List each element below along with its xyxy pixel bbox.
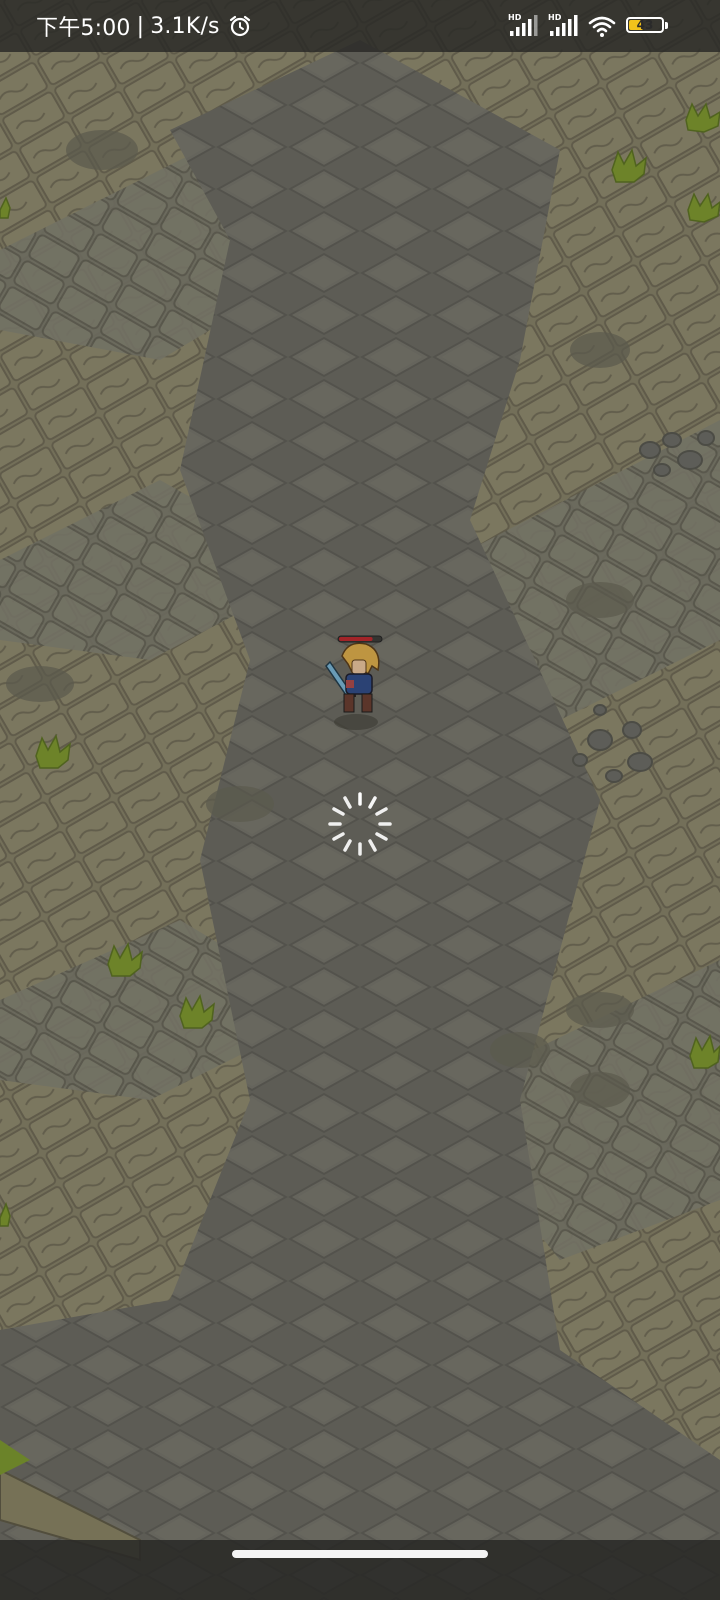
status-bar: 下午5:00 | 3.1K/s HD HD 43 (0, 0, 720, 52)
cellular-signal-2: HD (548, 13, 578, 38)
battery-level: 43 (636, 18, 654, 32)
navigation-bar (0, 1540, 720, 1600)
home-gesture-bar[interactable] (232, 1550, 488, 1558)
signal-bars-icon (550, 15, 578, 36)
loading-spinner-icon (328, 792, 392, 856)
cellular-signal-1: HD (508, 13, 538, 38)
status-right-group: HD HD 43 (508, 0, 670, 52)
player-health-bar (339, 637, 373, 641)
signal-bars-icon (510, 15, 538, 36)
game-screen[interactable]: 下午5:00 | 3.1K/s HD HD 43 (0, 0, 720, 1600)
battery-cap (665, 22, 668, 29)
alarm-clock-icon (229, 15, 250, 37)
network-speed: 3.1K/s (150, 13, 220, 39)
clock-time: 下午5:00 (36, 16, 131, 41)
status-separator: | (136, 13, 145, 39)
battery-indicator: 43 (626, 15, 670, 37)
wifi-icon (588, 16, 616, 37)
status-left-group: 下午5:00 | 3.1K/s (36, 0, 252, 52)
